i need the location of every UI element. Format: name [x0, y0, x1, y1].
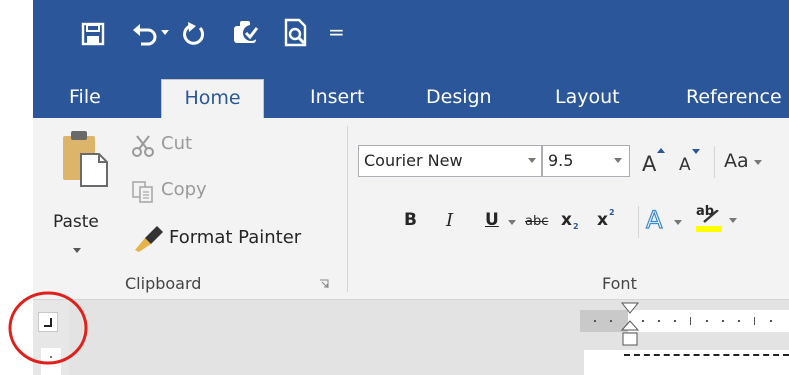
font-separator: [638, 206, 639, 238]
document-workspace: [33, 300, 789, 375]
clipboard-dialog-launcher-icon[interactable]: [319, 279, 329, 289]
copy-button[interactable]: Copy: [131, 178, 261, 206]
paste-button[interactable]: Paste: [51, 128, 117, 258]
font-size-value: 9.5: [548, 151, 574, 170]
annotation-circle: [8, 291, 88, 365]
text-highlight-button[interactable]: ab: [696, 204, 741, 238]
subscript-icon: x: [561, 210, 572, 230]
copy-icon: [132, 181, 153, 203]
ribbon-home: Paste Cut Copy Format Painter Clipboard …: [33, 118, 789, 300]
cut-label: Cut: [161, 133, 193, 154]
spelling-check-icon[interactable]: [231, 18, 261, 48]
print-preview-icon[interactable]: [283, 18, 311, 48]
tab-layout[interactable]: Layout: [555, 79, 620, 118]
copy-label: Copy: [161, 179, 207, 200]
tab-insert[interactable]: Insert: [310, 79, 365, 118]
paintbrush-icon: [135, 226, 163, 252]
font-name-value: Courier New: [364, 151, 463, 170]
grow-font-button[interactable]: A: [640, 144, 672, 178]
font-name-dropdown-icon[interactable]: [528, 158, 536, 164]
format-painter-button[interactable]: Format Painter: [131, 224, 346, 254]
font-size-dropdown-icon[interactable]: [614, 158, 622, 164]
subscript-button[interactable]: x 2: [561, 210, 587, 236]
format-painter-label: Format Painter: [169, 227, 302, 248]
clipboard-group: Paste Cut Copy Format Painter Clipboard: [33, 118, 348, 300]
paste-icon: [63, 131, 108, 187]
font-separator: [714, 146, 715, 178]
grow-font-icon: A: [642, 152, 657, 176]
text-effects-icon: A: [645, 205, 663, 234]
paste-label: Paste: [53, 212, 99, 232]
undo-dropdown-icon[interactable]: [161, 30, 169, 36]
shrink-font-icon: A: [679, 155, 691, 175]
cut-button[interactable]: Cut: [131, 132, 261, 160]
font-group: Courier New 9.5 A A Aa B I U abc x 2 x 2…: [348, 118, 789, 300]
ribbon-tabs: File Home Insert Design Layout Reference: [33, 73, 789, 118]
superscript-button[interactable]: x 2: [597, 208, 623, 236]
change-case-icon: Aa: [724, 150, 749, 172]
change-case-button[interactable]: Aa: [724, 146, 789, 178]
italic-button[interactable]: I: [446, 210, 453, 231]
font-group-label: Font: [602, 274, 637, 293]
underline-button[interactable]: U: [485, 210, 499, 230]
undo-icon[interactable]: [131, 20, 159, 48]
paste-dropdown-icon[interactable]: [73, 248, 81, 254]
superscript-icon: x: [597, 210, 608, 230]
quick-access-toolbar: =: [33, 0, 789, 73]
page-border-line: [624, 354, 789, 356]
tab-home[interactable]: Home: [161, 79, 264, 118]
tab-file[interactable]: File: [69, 79, 101, 118]
save-icon[interactable]: [81, 22, 105, 46]
repeat-icon[interactable]: [180, 20, 208, 48]
shrink-font-button[interactable]: A: [676, 144, 708, 178]
scissors-icon: [132, 135, 154, 157]
clipboard-group-label: Clipboard: [125, 274, 202, 293]
tab-design[interactable]: Design: [426, 79, 492, 118]
tab-references[interactable]: Reference: [686, 79, 782, 118]
bold-button[interactable]: B: [404, 210, 417, 230]
customize-qat-icon[interactable]: =: [328, 20, 345, 44]
text-effects-button[interactable]: A: [645, 205, 690, 238]
underline-dropdown-icon[interactable]: [508, 220, 516, 226]
font-name-combo[interactable]: Courier New: [358, 145, 542, 177]
horizontal-ruler: [580, 310, 789, 332]
strikethrough-button[interactable]: abc: [525, 214, 548, 229]
indent-markers-icon[interactable]: [620, 302, 640, 354]
document-page[interactable]: [584, 350, 789, 375]
